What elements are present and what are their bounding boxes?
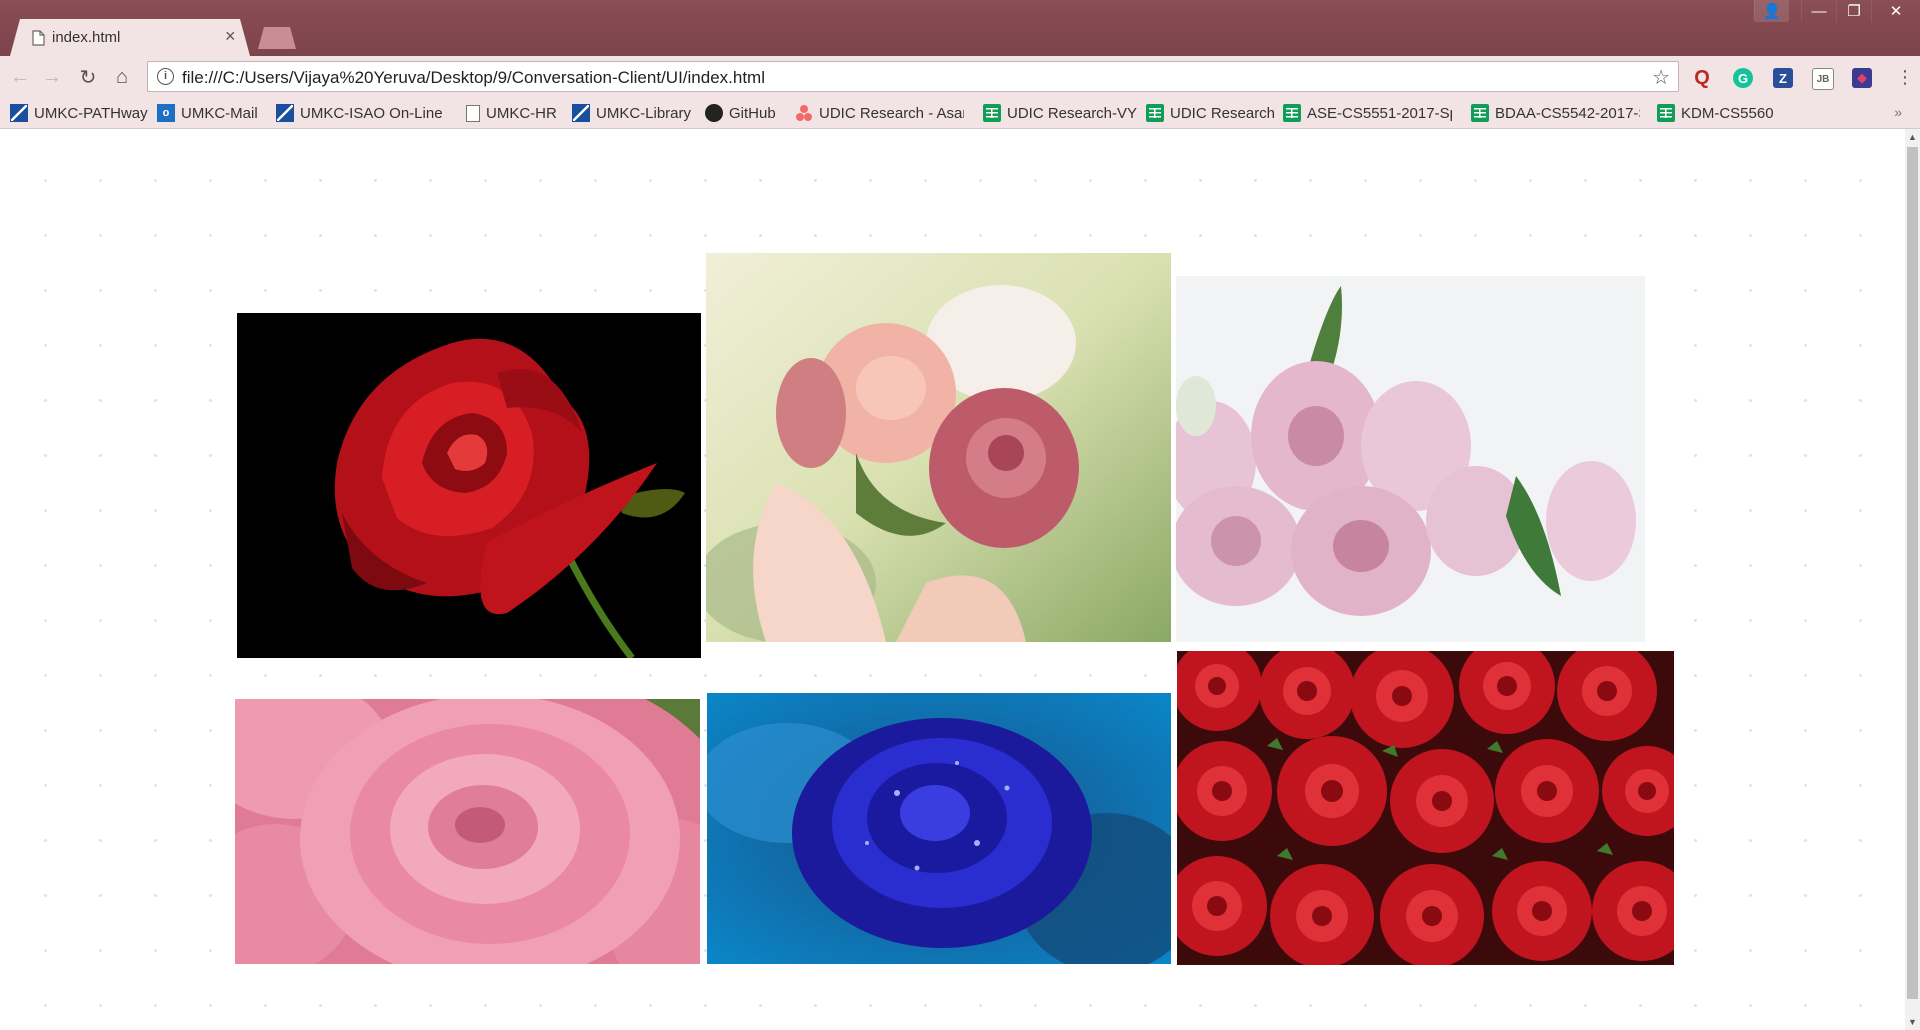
scrollbar-thumb[interactable] <box>1907 147 1918 999</box>
bookmark-label: UMKC-Mail <box>181 104 258 122</box>
bookmark-umkc-library[interactable]: UMKC-Library <box>572 102 691 124</box>
bookmark-label: UDIC Research-VY <box>1007 104 1138 122</box>
back-button[interactable]: ← <box>8 65 32 89</box>
url-text[interactable]: file:///C:/Users/Vijaya%20Yeruva/Desktop… <box>182 68 765 88</box>
tab-title: index.html <box>52 29 121 46</box>
bookmark-umkc-hr[interactable]: UMKC-HR <box>466 102 557 124</box>
browser-toolbar: ← → ↻ ⌂ i file:///C:/Users/Vijaya%20Yeru… <box>0 56 1920 98</box>
quora-extension-icon[interactable]: Q <box>1692 67 1712 89</box>
reload-button[interactable]: ↻ <box>76 65 100 89</box>
sheets-icon <box>1283 104 1301 122</box>
page-viewport <box>0 129 1905 1030</box>
document-icon <box>32 30 45 46</box>
browser-menu-icon[interactable]: ⋮ <box>1896 68 1914 86</box>
sheets-icon <box>1471 104 1489 122</box>
profile-icon[interactable]: 👤 <box>1754 0 1789 22</box>
bookmark-udic-research-vy[interactable]: UDIC Research-VY <box>983 102 1137 124</box>
bookmark-label: KDM-CS5560 <box>1681 104 1774 122</box>
zotero-extension-icon[interactable]: Z <box>1773 68 1793 88</box>
scroll-down-icon[interactable]: ▼ <box>1908 1017 1917 1027</box>
bookmark-label: ASE-CS5551-2017-Sp <box>1307 104 1452 122</box>
umkc-icon <box>572 104 590 122</box>
github-icon <box>705 104 723 122</box>
grammarly-extension-icon[interactable]: G <box>1733 68 1753 88</box>
jb-extension-icon[interactable]: JB <box>1812 68 1834 90</box>
bookmark-label: UDIC Research <box>1170 104 1276 122</box>
bookmark-star-icon[interactable]: ☆ <box>1652 65 1670 90</box>
bookmarks-bar: UMKC-PATHway o UMKC-Mail UMKC-ISAO On-Li… <box>0 98 1920 129</box>
vertical-scrollbar[interactable]: ▲ ▼ <box>1905 129 1920 1030</box>
pale-pink-roses-bunch <box>1176 276 1645 642</box>
pink-roses-bouquet <box>706 253 1171 642</box>
red-rose-black-background <box>237 313 701 658</box>
new-tab-button[interactable] <box>258 27 296 49</box>
bookmark-label: GitHub <box>729 104 776 122</box>
minimize-button[interactable]: — <box>1801 0 1836 22</box>
window-controls: 👤 — ❐ ✕ <box>1754 0 1920 24</box>
bookmark-label: UMKC-ISAO On-Line <box>300 104 443 122</box>
maximize-button[interactable]: ❐ <box>1836 0 1871 22</box>
forward-button[interactable]: → <box>40 65 64 89</box>
red-roses-bed <box>1177 651 1674 965</box>
document-icon <box>466 104 480 122</box>
bookmark-udic-asana[interactable]: UDIC Research - Asana <box>795 102 964 124</box>
sheets-icon <box>1657 104 1675 122</box>
tab-index-html[interactable]: index.html × <box>10 19 250 56</box>
pink-rose-closeup <box>235 699 700 964</box>
asana-icon <box>795 104 813 122</box>
outlook-icon: o <box>157 104 175 122</box>
bookmark-ase-cs5551[interactable]: ASE-CS5551-2017-Sp <box>1283 102 1452 124</box>
extension-icon[interactable]: ◆ <box>1852 68 1872 88</box>
sheets-icon <box>1146 104 1164 122</box>
home-button[interactable]: ⌂ <box>110 65 134 89</box>
bookmark-label: UDIC Research - Asana <box>819 104 964 122</box>
umkc-icon <box>10 104 28 122</box>
bookmark-label: UMKC-Library <box>596 104 692 122</box>
close-tab-icon[interactable]: × <box>225 26 236 46</box>
more-bookmarks-chevron-icon[interactable]: » <box>1894 104 1902 120</box>
bookmark-umkc-pathway[interactable]: UMKC-PATHway <box>10 102 148 124</box>
bookmark-github[interactable]: GitHub <box>705 102 776 124</box>
info-icon[interactable]: i <box>157 68 174 85</box>
close-window-button[interactable]: ✕ <box>1871 0 1920 22</box>
bookmark-udic-research[interactable]: UDIC Research <box>1146 102 1275 124</box>
bookmark-label: BDAA-CS5542-2017-S <box>1495 104 1640 122</box>
bookmark-umkc-isao[interactable]: UMKC-ISAO On-Line <box>276 102 452 124</box>
bookmark-kdm-cs5560[interactable]: KDM-CS5560 <box>1657 102 1774 124</box>
bookmark-label: UMKC-HR <box>486 104 557 122</box>
umkc-icon <box>276 104 294 122</box>
blue-rose-dewdrops <box>707 693 1171 964</box>
scroll-up-icon[interactable]: ▲ <box>1908 132 1917 142</box>
bookmark-label: UMKC-PATHway <box>34 104 148 122</box>
bookmark-bdaa-cs5542[interactable]: BDAA-CS5542-2017-S <box>1471 102 1640 124</box>
bookmark-umkc-mail[interactable]: o UMKC-Mail <box>157 102 258 124</box>
sheets-icon <box>983 104 1001 122</box>
address-bar[interactable]: i file:///C:/Users/Vijaya%20Yeruva/Deskt… <box>147 61 1679 92</box>
title-bar: index.html × 👤 — ❐ ✕ <box>0 0 1920 56</box>
